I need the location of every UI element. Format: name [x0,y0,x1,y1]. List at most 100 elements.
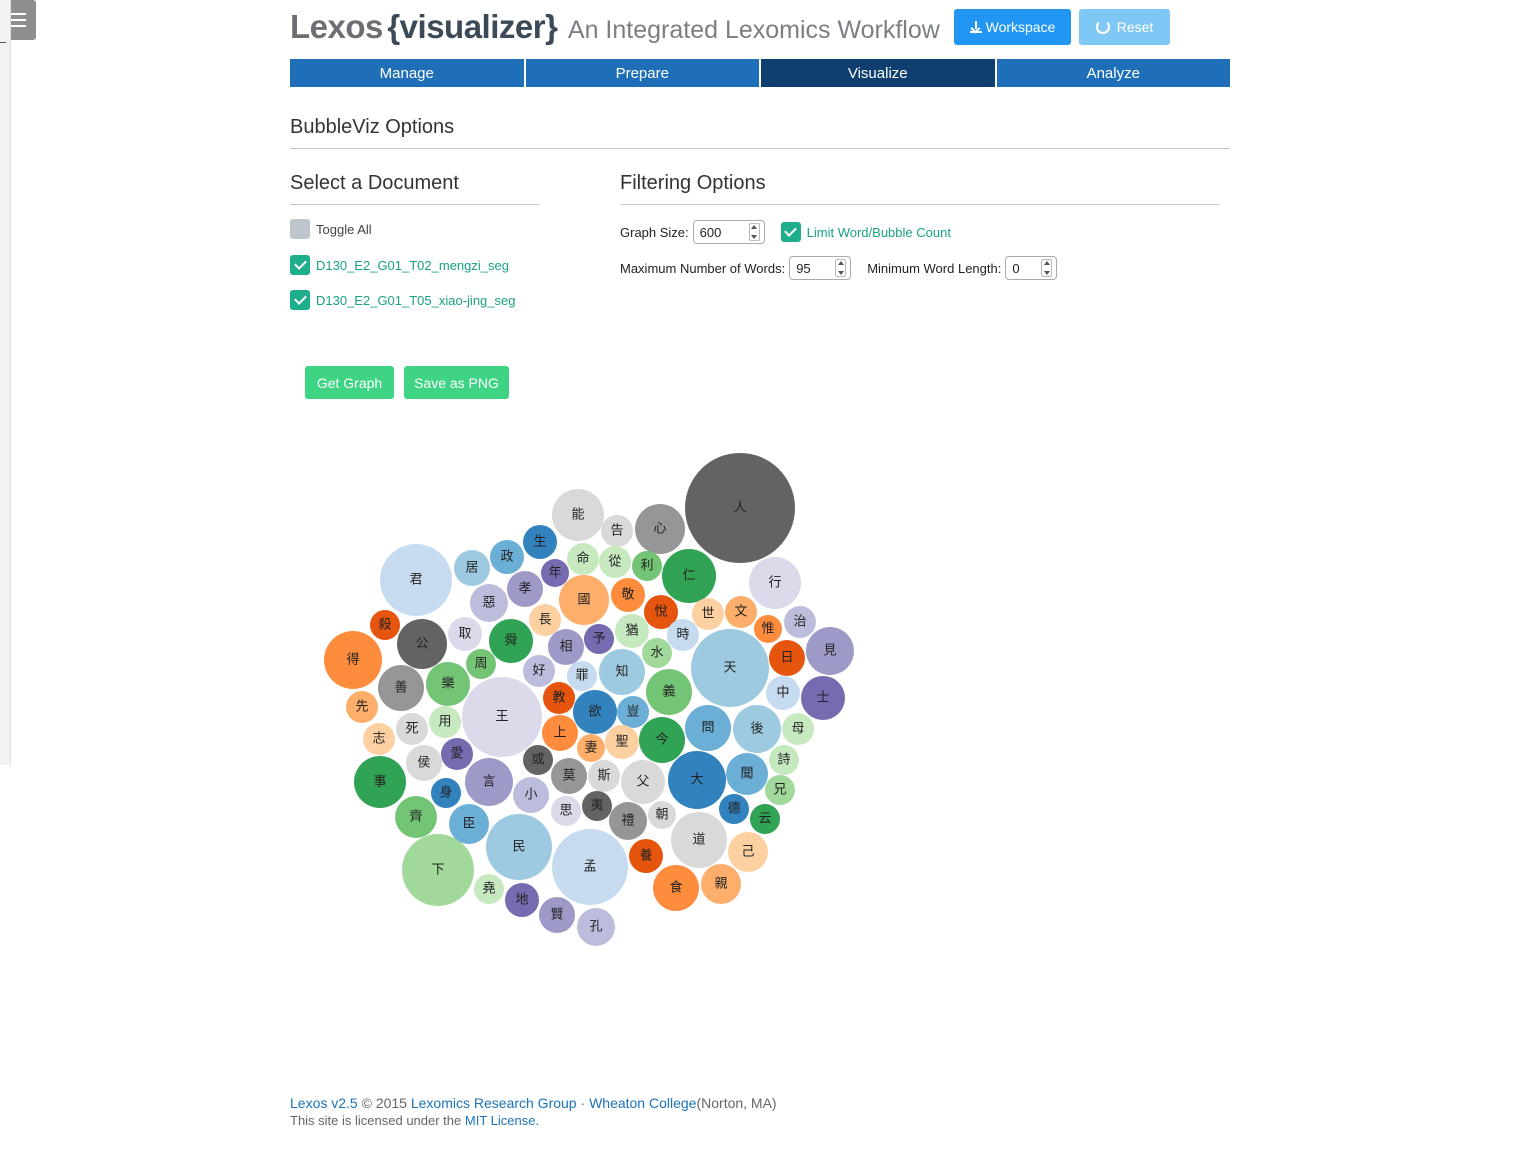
bubble: 詩 [769,745,799,775]
bubble-label: 長 [538,613,551,628]
bubble: 死 [396,713,428,745]
bubble: 孟 [552,829,628,905]
bubble: 齊 [395,796,437,838]
bubble: 下 [402,834,474,906]
bubble-label: 樂 [441,676,454,692]
footer: Lexos v2.5 © 2015 Lexomics Research Grou… [290,1095,777,1111]
bubble: 得 [324,631,382,689]
bubble-label: 臣 [462,817,475,832]
bubble: 中 [766,676,800,710]
bubble: 身 [431,778,461,808]
bubble-label: 大 [690,773,703,788]
bubble-label: 能 [571,508,584,523]
bubble-label: 國 [577,593,590,608]
bubble-label: 利 [640,559,653,574]
bubble-label: 日 [780,651,793,666]
bubble: 水 [642,638,672,668]
license-text: This site is licensed under the [290,1113,462,1128]
bubble-label: 見 [823,644,836,659]
bubble-label: 公 [415,637,428,652]
bubble-label: 生 [533,535,546,550]
bubble-label: 聖 [615,735,628,750]
bubble-label: 下 [431,863,444,878]
bubble-label: 告 [610,524,623,539]
bubble: 時 [667,619,699,651]
version-link[interactable]: Lexos v2.5 [290,1095,358,1111]
bubble-label: 地 [515,893,528,908]
bubble: 君 [380,544,452,616]
bubble: 王 [462,677,542,757]
bubble: 樂 [426,662,470,706]
bubble: 地 [505,883,539,917]
bubble-label: 欲 [588,704,601,720]
bubble: 上 [542,715,578,751]
bubble: 年 [541,559,569,587]
footer-separator: · [580,1095,586,1111]
bubble: 道 [671,812,727,868]
bubble-label: 親 [714,877,727,892]
bubble-label: 堯 [482,882,495,897]
bubble-label: 相 [559,640,572,655]
bubble: 夷 [582,791,612,821]
bubble-label: 年 [548,566,561,581]
bubble: 公 [397,619,447,669]
bubble: 聖 [605,725,639,759]
bubble-label: 或 [531,753,544,768]
bubble: 豈 [617,696,649,728]
bubble-label: 從 [608,555,621,570]
bubble-label: 問 [701,721,714,736]
bubble-label: 惟 [761,622,774,637]
college-link[interactable]: Wheaton College [589,1095,696,1111]
bubble: 德 [719,794,749,824]
bubble-label: 水 [650,646,663,661]
bubble-label: 殺 [378,618,391,633]
bubble: 今 [639,717,685,763]
bubble-label: 取 [458,627,471,642]
bubble: 親 [701,864,741,904]
license-link[interactable]: MIT License. [465,1113,539,1128]
bubble: 見 [806,627,854,675]
bubble: 心 [635,504,685,554]
bubble-label: 愛 [450,747,463,762]
bubble-label: 兄 [773,783,786,798]
bubble: 命 [567,543,599,575]
bubble: 天 [691,629,769,707]
location-text: (Norton, MA) [696,1095,777,1111]
bubble: 侯 [406,745,442,781]
bubble-label: 身 [439,785,452,801]
bubble: 殺 [370,610,400,640]
bubble-label: 斯 [597,769,610,784]
bubble: 大 [668,751,726,809]
bubble-label: 善 [394,680,407,696]
bubble: 聞 [726,753,768,795]
bubble-label: 天 [723,661,736,676]
bubble-label: 舜 [504,634,517,649]
bubble: 予 [584,624,614,654]
bubble: 仁 [662,549,716,603]
bubble-label: 得 [346,652,359,668]
bubble: 生 [523,525,557,559]
bubble: 好 [523,655,555,687]
license-line: This site is licensed under the MIT Lice… [290,1113,539,1128]
group-link[interactable]: Lexomics Research Group [411,1095,577,1111]
bubble: 養 [629,839,663,873]
bubble: 孝 [507,571,543,607]
bubble-label: 思 [559,804,572,819]
bubble-label: 命 [576,551,589,567]
bubble-label: 教 [552,690,565,706]
bubble: 國 [559,575,609,625]
bubble-label: 時 [676,628,689,643]
bubble-label: 後 [750,722,763,737]
bubble: 士 [801,676,845,720]
bubble-label: 孔 [589,920,602,935]
bubble-label: 罪 [575,669,588,684]
bubble-chart: 人王孟 天下 君民 得 仁大道 心 能行國事 公言 後 善問今 見 舜義 知欲 士 樂食 父 聞齊 臣親 己 禮 居惡 孝… [324,453,854,946]
bubble: 長 [529,604,561,636]
bubble-label: 賢 [550,908,563,923]
bubble: 周 [466,649,496,679]
bubble-label: 行 [768,576,781,591]
bubble: 臣 [449,804,489,844]
bubble: 志 [363,723,395,755]
bubble-label: 云 [758,812,771,827]
bubble-label: 上 [553,726,566,741]
